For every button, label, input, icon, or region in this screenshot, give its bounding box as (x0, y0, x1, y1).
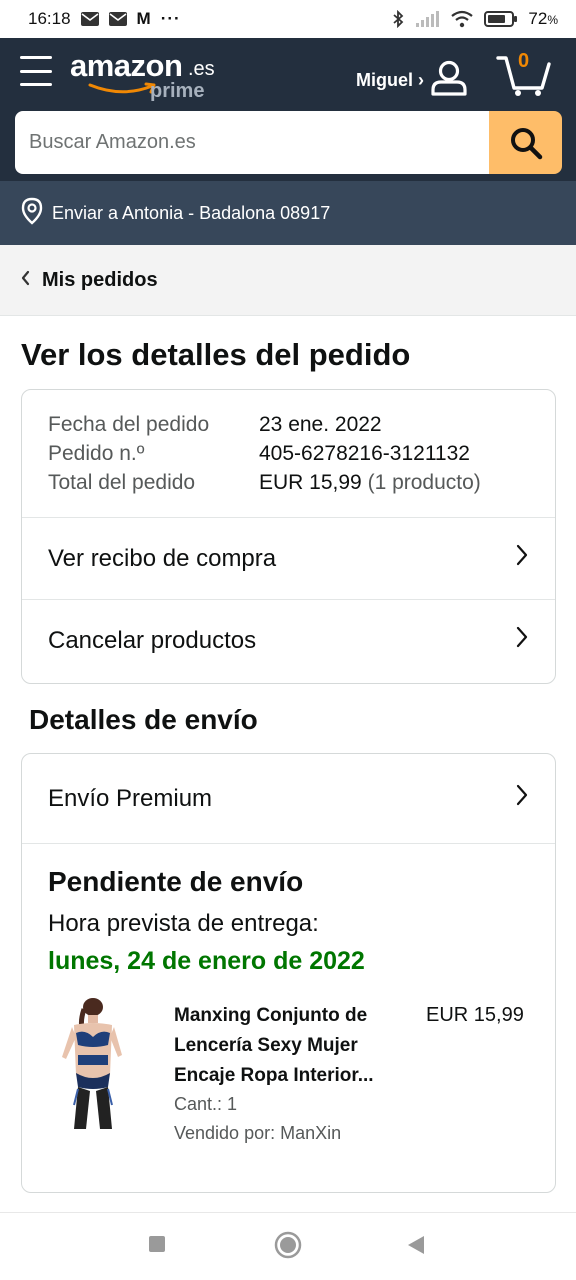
breadcrumb-back[interactable]: Mis pedidos (0, 245, 576, 316)
cancel-items-label: Cancelar productos (48, 626, 257, 654)
cancel-items-link[interactable]: Cancelar productos (22, 599, 555, 681)
chevron-right-icon (515, 625, 529, 656)
clock: 16:18 (28, 9, 71, 28)
search-input[interactable] (15, 111, 489, 174)
delivery-location-bar[interactable]: Enviar a Antonia - Badalona 08917 (0, 181, 576, 245)
breadcrumb-label: Mis pedidos (42, 268, 158, 291)
view-receipt-link[interactable]: Ver recibo de compra (22, 517, 555, 599)
chevron-right-icon (515, 543, 529, 574)
amazon-logo[interactable]: amazon .es prime (70, 48, 230, 108)
eta-label: Hora prevista de entrega: (48, 910, 319, 937)
user-icon (430, 60, 468, 101)
order-date-label: Fecha del pedido (48, 413, 210, 436)
bluetooth-icon (392, 10, 404, 28)
wifi-icon (450, 10, 474, 28)
shipment-status: Pendiente de envío (48, 866, 304, 897)
system-navigation-bar (0, 1212, 576, 1280)
eta-date: lunes, 24 de enero de 2022 (48, 947, 365, 975)
more-notifications-icon: ··· (160, 9, 181, 28)
shipping-method-label: Envío Premium (48, 784, 213, 812)
order-item-count: (1 producto) (367, 471, 481, 494)
order-summary: Fecha del pedido 23 ene. 2022 Pedido n.º… (48, 410, 481, 497)
product-seller: Vendido por: ManXin (174, 1123, 342, 1143)
back-button[interactable] (406, 1234, 426, 1261)
shipping-section-title: Detalles de envío (29, 704, 258, 735)
order-number-value: 405-6278216-3121132 (259, 442, 470, 465)
cart-count: 0 (518, 50, 530, 72)
product-name-link[interactable]: Manxing Conjunto de Lencería Sexy Mujer … (174, 1001, 414, 1091)
chevron-left-icon (20, 269, 30, 292)
home-circle-icon (274, 1231, 302, 1259)
shipping-card: Envío Premium Pendiente de envío Hora pr… (21, 753, 556, 1193)
app-header: amazon .es prime Miguel › 0 (0, 38, 576, 181)
search-bar (15, 111, 562, 174)
square-icon (149, 1236, 165, 1252)
product-image[interactable] (48, 997, 138, 1137)
order-total-row: Total del pedido EUR 15,99 (1 producto) (48, 468, 481, 497)
cart-button[interactable]: 0 (496, 50, 552, 96)
mail-icon (108, 12, 127, 26)
recents-button[interactable] (148, 1235, 166, 1258)
order-number-label: Pedido n.º (48, 442, 145, 465)
product-quantity: Cant.: 1 (174, 1094, 238, 1114)
account-label: Miguel › (356, 70, 424, 90)
mail-icon (80, 12, 99, 26)
menu-icon[interactable] (20, 56, 52, 86)
order-total-label: Total del pedido (48, 471, 196, 494)
order-summary-card: Fecha del pedido 23 ene. 2022 Pedido n.º… (21, 389, 556, 684)
signal-icon (414, 10, 440, 28)
home-button[interactable] (274, 1231, 302, 1264)
search-button[interactable] (489, 111, 562, 174)
search-icon (510, 127, 542, 159)
view-receipt-label: Ver recibo de compra (48, 544, 277, 572)
chevron-right-icon (515, 783, 529, 814)
status-bar: 16:18 M ··· 72% (0, 0, 576, 38)
delivery-location-label: Enviar a Antonia - Badalona 08917 (52, 202, 331, 223)
battery-icon (484, 10, 518, 28)
order-total-value: EUR 15,99 (1 producto) (259, 468, 481, 497)
back-triangle-icon (408, 1236, 424, 1254)
order-date-value: 23 ene. 2022 (259, 413, 382, 436)
location-pin-icon (20, 197, 44, 230)
page-title: Ver los detalles del pedido (21, 337, 411, 372)
product-price: EUR 15,99 (426, 1004, 524, 1026)
order-date-row: Fecha del pedido 23 ene. 2022 (48, 410, 481, 439)
gmail-icon: M (136, 9, 151, 28)
battery-level: 72% (528, 9, 558, 28)
shipping-method-link[interactable]: Envío Premium (22, 754, 555, 844)
order-number-row: Pedido n.º 405-6278216-3121132 (48, 439, 481, 468)
order-total-amount: EUR 15,99 (259, 471, 362, 494)
account-button[interactable]: Miguel › (356, 60, 468, 101)
